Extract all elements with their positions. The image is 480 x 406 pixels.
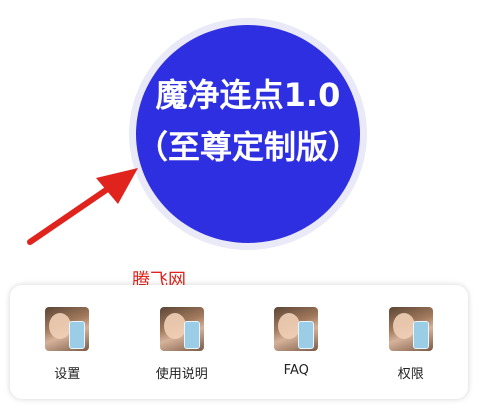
red-arrow-icon	[27, 168, 138, 245]
start-button-halo[interactable]: 魔净连点1.0（至尊定制版）	[129, 18, 367, 250]
app-title: 魔净连点1.0（至尊定制版）	[135, 76, 360, 166]
avatar-photo-icon	[274, 307, 319, 351]
arrow-head	[96, 168, 138, 204]
arrow-shaft	[27, 183, 115, 245]
menu-item-label: 权限	[397, 367, 424, 382]
bottom-menu-bar: 设置 使用说明 FAQ 权限	[10, 285, 468, 399]
avatar-photo-icon	[388, 307, 433, 351]
avatar-photo-icon	[45, 307, 90, 351]
menu-item-label: 使用说明	[155, 367, 208, 382]
avatar-photo-icon	[159, 307, 204, 351]
start-button[interactable]: 魔净连点1.0（至尊定制版）	[136, 25, 360, 243]
menu-item-settings[interactable]: 设置	[12, 285, 122, 382]
menu-item-instructions[interactable]: 使用说明	[127, 285, 237, 382]
menu-item-label: 设置	[54, 367, 81, 382]
menu-item-faq[interactable]: FAQ	[241, 285, 351, 378]
menu-item-label: FAQ	[283, 363, 309, 378]
menu-item-permissions[interactable]: 权限	[356, 285, 466, 382]
